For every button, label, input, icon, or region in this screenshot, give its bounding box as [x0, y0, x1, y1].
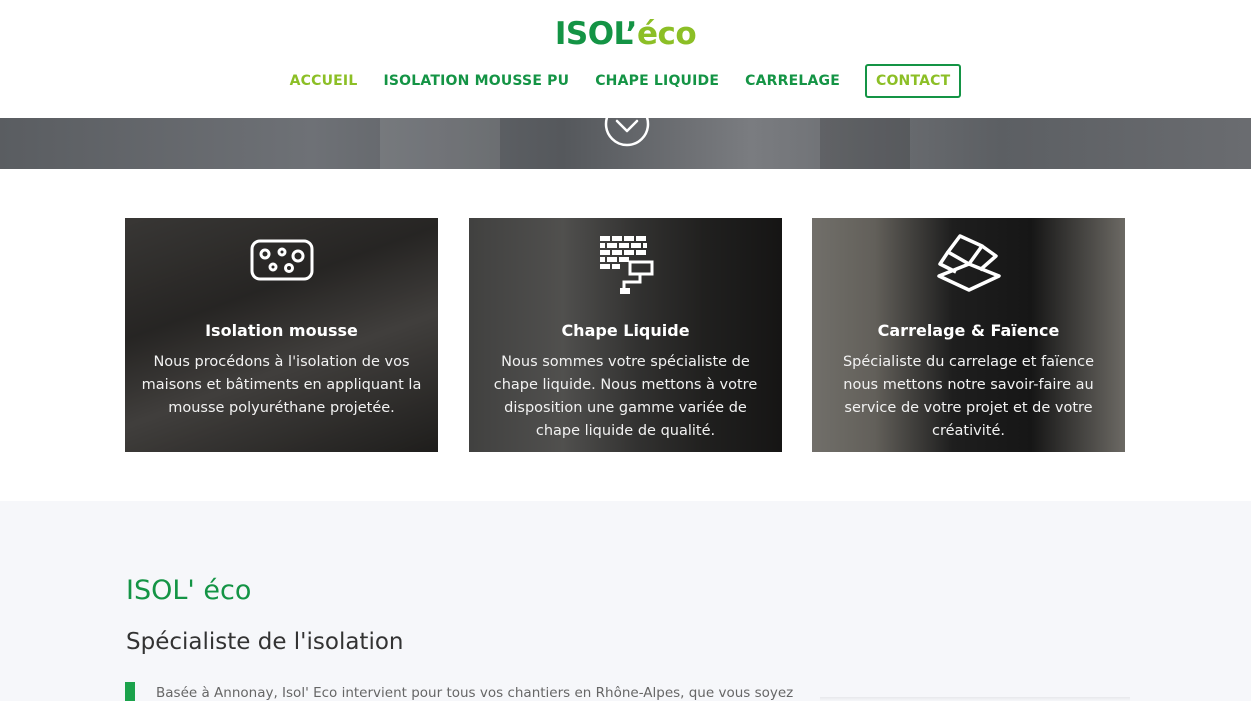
services-section: Isolation mousse Nous procédons à l'isol… [0, 169, 1251, 501]
nav-item-carrelage[interactable]: CARRELAGE [745, 64, 840, 98]
nav-contact-button[interactable]: CONTACT [864, 64, 962, 98]
about-heading: ISOL' éco [126, 575, 252, 606]
card-shadow-edge [820, 697, 1130, 701]
nav-item-accueil[interactable]: ACCUEIL [290, 64, 358, 98]
about-subheading: Spécialiste de l'isolation [126, 629, 404, 655]
service-card-chape[interactable]: Chape Liquide Nous sommes votre spéciali… [469, 218, 782, 452]
card-title: Carrelage & Faïence [877, 321, 1060, 340]
site-logo[interactable]: ISOL’éco [0, 14, 1251, 54]
main-nav: ACCUEIL ISOLATION MOUSSE PU CHAPE LIQUID… [0, 64, 1251, 98]
hero-banner [0, 118, 1251, 169]
logo-text-eco: éco [636, 16, 697, 52]
card-title: Chape Liquide [561, 321, 690, 340]
nav-item-chape-liquide[interactable]: CHAPE LIQUIDE [595, 64, 719, 98]
service-card-isolation[interactable]: Isolation mousse Nous procédons à l'isol… [125, 218, 438, 452]
quote-accent-bar [125, 682, 135, 701]
brick-trowel-icon [469, 234, 782, 294]
about-section: ISOL' éco Spécialiste de l'isolation Bas… [0, 501, 1251, 701]
service-card-carrelage[interactable]: Carrelage & Faïence Spécialiste du carre… [812, 218, 1125, 452]
foam-sponge-icon [125, 234, 438, 294]
hero-image-detail [820, 118, 910, 169]
site-header: ISOL’éco ACCUEIL ISOLATION MOUSSE PU CHA… [0, 0, 1251, 118]
logo-text-isol: ISOL’ [554, 16, 638, 52]
hero-image-detail [380, 118, 500, 169]
tiles-icon [812, 234, 1125, 294]
nav-item-isolation-mousse-pu[interactable]: ISOLATION MOUSSE PU [383, 64, 569, 98]
card-description: Nous procédons à l'isolation de vos mais… [141, 354, 422, 416]
card-description: Nous sommes votre spécialiste de chape l… [493, 354, 758, 439]
card-title: Isolation mousse [205, 321, 358, 340]
about-intro-text: Basée à Annonay, Isol' Eco intervient po… [156, 685, 794, 701]
card-description: Spécialiste du carrelage et faïence nous… [842, 354, 1095, 439]
chevron-down-circle-icon[interactable] [603, 118, 651, 148]
